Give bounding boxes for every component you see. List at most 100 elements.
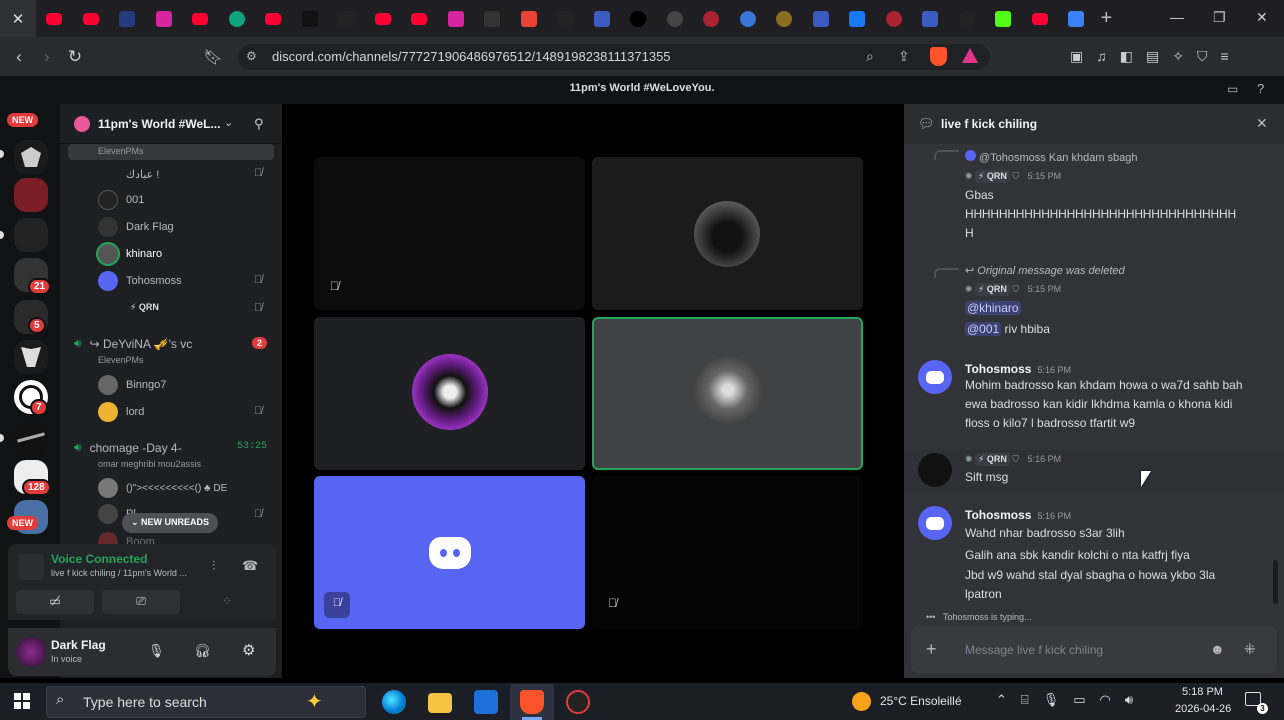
wifi-icon[interactable]: ◠ [1100,692,1111,708]
leo-icon[interactable]: ✧ [1172,48,1184,65]
member-item[interactable]: Dark Flag [98,217,174,237]
disconnect-icon[interactable]: ☎ [242,558,258,574]
windows-start-icon[interactable] [14,693,30,709]
camera-icon[interactable]: ⌸ [1021,692,1029,708]
obs-icon[interactable] [566,690,590,714]
server-icon[interactable] [14,340,48,374]
member-item[interactable]: Tohosmoss [98,271,182,291]
clock-time[interactable]: 5:18 PM [1182,686,1223,698]
browser-tab-instagram[interactable] [438,0,475,37]
participant-tile[interactable]: 🎙̸ [314,476,585,629]
menu-icon[interactable]: ≡ [1220,48,1228,65]
member-item[interactable]: ()"><<<<<<<<<() ♣ DE [98,478,227,498]
browser-tab-globe[interactable] [730,0,767,37]
edge-icon[interactable] [382,690,406,714]
volume-icon[interactable]: 🔊︎ [1125,692,1133,708]
scrollbar-thumb[interactable] [1273,560,1278,604]
browser-tab-wattpad[interactable] [292,0,329,37]
browser-tab-x[interactable] [620,0,657,37]
browser-tab-shield[interactable] [693,0,730,37]
browser-tab-app[interactable] [584,0,621,37]
member-item[interactable]: 001 [98,190,144,210]
server-icon[interactable] [14,178,48,212]
voice-channel-path[interactable]: live f kick chiling / 11pm's World ... [51,568,187,578]
user-mention[interactable]: @khinaro [965,301,1021,315]
browser-tab-youtube[interactable] [255,0,292,37]
server-icon[interactable] [14,140,48,174]
apps-icon[interactable]: ⁜ [1244,641,1256,658]
browser-tab-genius[interactable] [547,0,584,37]
author-name[interactable]: Tohosmoss [965,362,1031,376]
brave-icon[interactable] [520,690,544,714]
author-name[interactable]: Tohosmoss [965,508,1031,522]
browser-tab-gmail[interactable] [511,0,548,37]
bookmark-icon[interactable]: 🔖︎ [199,48,227,66]
browser-tab-youtube[interactable] [73,0,110,37]
inbox-icon[interactable]: ▭ [1227,82,1238,96]
help-icon[interactable]: ? [1257,81,1264,96]
brave-shields-icon[interactable] [930,47,947,66]
signal-icon[interactable] [18,554,44,580]
microphone-icon[interactable]: 🎙︎ [1043,692,1060,708]
message-input[interactable]: Message live f kick chiling [965,643,1103,657]
clock-date[interactable]: 2026-04-26 [1175,703,1231,715]
browser-tab-shield[interactable] [876,0,913,37]
zoom-icon[interactable]: ⌕ [866,48,874,65]
member-item[interactable]: lord [98,402,144,422]
new-unreads-pill[interactable]: ⌄ NEW UNREADS [122,513,219,533]
participant-tile[interactable] [592,157,863,310]
author-avatar[interactable] [918,360,952,394]
back-icon[interactable]: ‹ [5,47,33,67]
invite-icon[interactable]: ⚲ [254,116,264,132]
share-icon[interactable]: ⇪ [898,48,910,65]
browser-tab-bitcoin[interactable] [766,0,803,37]
participant-tile[interactable]: 🎙̸ [314,157,585,310]
panel-icon[interactable]: ◧ [1120,48,1133,65]
browser-tab-app[interactable] [803,0,840,37]
wallet-icon[interactable]: ▤ [1146,48,1159,65]
server-header[interactable]: 11pm's World #WeL... ⌄ ⚲ [60,104,282,144]
member-item[interactable]: khinaro [98,244,162,264]
attach-plus-icon[interactable]: + [926,639,937,660]
browser-tab-youtube[interactable] [182,0,219,37]
browser-tab-youtube[interactable] [1022,0,1059,37]
activities-button[interactable]: ⁘ [188,590,266,614]
browser-tab-chatgpt[interactable] [219,0,256,37]
weather-text[interactable]: 25°C Ensoleillé [880,694,962,708]
noise-suppression-icon[interactable]: ⫶ [212,558,215,574]
browser-tab-help[interactable] [657,0,694,37]
voice-channel[interactable]: 🔊︎ ↪ DeYviNA 🎺's vc [74,336,192,351]
sidebar-icon[interactable]: ▣ [1070,48,1083,65]
brave-rewards-icon[interactable] [962,48,978,63]
participant-tile-speaking[interactable] [592,317,863,470]
outlook-icon[interactable] [474,690,498,714]
browser-tab-openai[interactable] [949,0,986,37]
headphones-icon[interactable]: 🎧︎ [194,643,211,659]
browser-tab-facebook[interactable] [839,0,876,37]
media-icon[interactable]: ♫ [1096,48,1107,65]
user-mention[interactable]: @001 [965,322,1002,336]
reply-preview[interactable]: @Tohosmoss Kan khdam sbagh [965,150,1138,164]
browser-tab-youtube[interactable] [365,0,402,37]
server-icon[interactable] [14,422,48,456]
browser-tab-chrome-app[interactable] [474,0,511,37]
chevron-up-icon[interactable]: ⌃ [996,692,1007,708]
vpn-icon[interactable]: ⛉ [1197,48,1208,65]
camera-button[interactable]: ▭̸ [16,590,94,614]
browser-tab-paypal[interactable] [109,0,146,37]
voice-channel[interactable]: 🔊︎ chomage -Day 4- [74,440,182,455]
browser-tab-kick[interactable] [985,0,1022,37]
battery-icon[interactable]: ▭ [1073,692,1085,708]
author-avatar[interactable] [918,506,952,540]
participant-tile[interactable] [314,317,585,470]
user-avatar[interactable] [16,637,46,667]
emoji-icon[interactable]: ☻ [1210,641,1225,657]
microphone-icon[interactable]: 🎙︎ [148,643,165,659]
browser-tab-youtube[interactable] [36,0,73,37]
close-tab-button[interactable]: ✕ [0,0,36,37]
copilot-sparkle-icon[interactable]: ✦ [306,689,323,714]
author-avatar[interactable] [918,453,952,487]
member-item[interactable]: Binngo7 [98,375,166,395]
maximize-icon[interactable]: ❐ [1213,9,1226,26]
chevron-down-icon[interactable]: ⌄ [224,116,233,129]
